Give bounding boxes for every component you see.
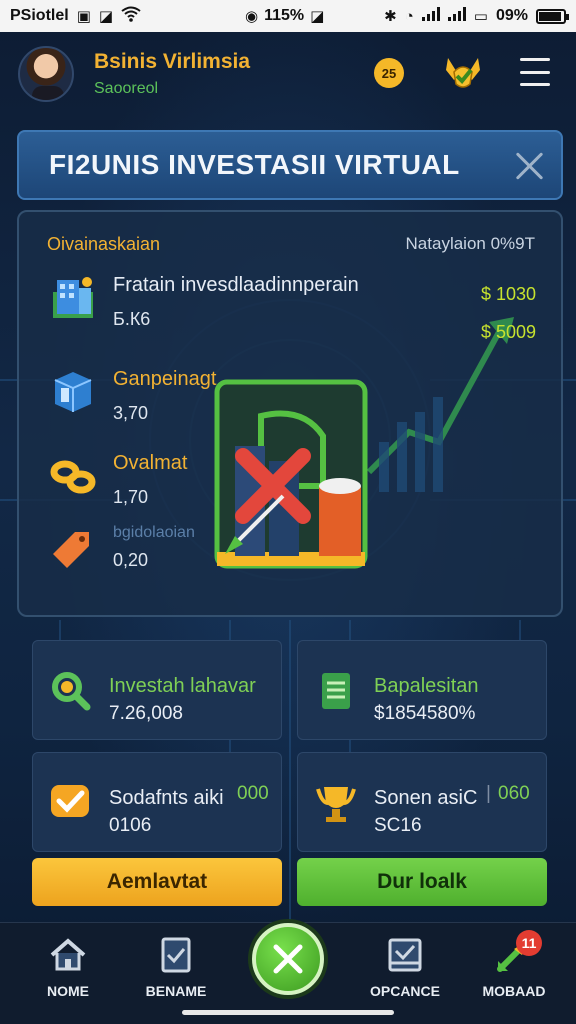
center-action-button[interactable] (252, 923, 324, 995)
row-value: 0,20 (113, 550, 149, 570)
carrier-text: PSiotlel (10, 7, 69, 24)
card-label: Sodafnts aiki (109, 787, 224, 809)
row-value: 1,70 (113, 487, 149, 507)
status-bar: PSiotlel ▣ ◪ ◉ 115% ◪ ✱ ◔ ▭ 09% (0, 0, 576, 32)
row-label: Fratain invesdlaadinnperain (113, 274, 359, 296)
document-icon (322, 673, 350, 709)
battery-text: 09% (495, 7, 528, 24)
user-name: Bsinis Virlimsia (94, 50, 251, 73)
bottom-nav: NOME BENAME OPCANCE MOBAAD (0, 922, 576, 1024)
trophy-icon (316, 787, 356, 822)
nav-label: BENAME (145, 983, 207, 999)
card-value: 0106 (109, 815, 152, 836)
card-extra: 060 (498, 783, 530, 804)
inbox-check-icon (388, 938, 422, 972)
coin-badge[interactable]: 25 (374, 58, 404, 88)
close-icon (273, 944, 303, 974)
list-item[interactable]: Ovalmat 1,70 (49, 452, 187, 508)
bluetooth-icon: ✱ (384, 8, 397, 25)
clipboard-icon (161, 937, 191, 973)
image-icon: ◪ (98, 8, 114, 25)
investment-panel: Oivainaskaian Nataylaion 0%9T Fratain in… (17, 210, 563, 617)
user-status: Saooreol (94, 80, 159, 97)
secondary-action-button[interactable]: Dur loalk (297, 858, 547, 906)
battery-icon (536, 8, 569, 24)
trophy-bell-icon[interactable] (440, 50, 486, 96)
stat-value-1: $ 1030 (481, 284, 537, 304)
page-title: FI2UNIS INVESTASII VIRTUAL (49, 149, 460, 180)
panel-title: Oivainaskaian (47, 234, 161, 254)
signal-icon-2 (447, 7, 466, 25)
stat-value-2: $ 5009 (481, 322, 537, 342)
nav-label: OPCANCE (369, 983, 440, 999)
row-value: 3,70 (113, 403, 149, 423)
card-value: SC16 (374, 815, 422, 836)
panel-meta: Nataylaion 0%9T (405, 234, 535, 253)
card-value: 7.26,008 (109, 703, 183, 724)
link-chain-icon (50, 460, 96, 494)
stat-card[interactable]: Sodafnts aiki 000 0106 (32, 752, 282, 852)
title-banner: FI2UNIS INVESTASII VIRTUAL (17, 130, 563, 200)
user-info: Bsinis Virlimsia Saooreol (94, 50, 250, 98)
close-icon[interactable] (513, 150, 545, 182)
row-label: bgidolaoian (113, 524, 195, 541)
notification-icon: ◪ (310, 8, 325, 25)
nav-item-home[interactable]: NOME (28, 935, 108, 999)
card-label: Bapalesitan (374, 675, 479, 697)
card-value: $1854580% (374, 703, 476, 724)
cube-icon (54, 372, 92, 412)
notification-badge: 11 (516, 930, 542, 956)
card-label: Sonen asiC (374, 787, 478, 809)
alarm-icon: ◔ (404, 7, 414, 25)
nav-label: NOME (47, 983, 89, 999)
row-value: Б.К6 (113, 309, 151, 329)
row-label: Ovalmat (113, 452, 188, 474)
gallery-icon: ▣ (76, 8, 91, 25)
stat-card[interactable]: Sonen asiC | 060 SC16 (297, 752, 547, 852)
nav-label: MOBAAD (482, 983, 546, 999)
list-item[interactable]: Ganpeinagt 3,70 (49, 368, 216, 424)
signal-icon (421, 7, 440, 25)
primary-action-button[interactable]: Aemlavtat (32, 858, 282, 906)
checkmark-badge-icon (51, 785, 89, 817)
list-item[interactable]: Fratain invesdlaadinnperain Б.К6 (49, 274, 359, 330)
wifi-icon (121, 6, 141, 26)
nav-item-rename[interactable]: BENAME (136, 935, 216, 999)
record-icon: ◉ (245, 8, 259, 25)
stat-card[interactable]: Investah lahavar 7.26,008 (32, 640, 282, 740)
home-indicator[interactable] (182, 1010, 394, 1015)
magnifier-icon (52, 672, 91, 711)
stat-card[interactable]: Bapalesitan $1854580% (297, 640, 547, 740)
menu-line (520, 70, 550, 74)
card-extra: 000 (237, 783, 269, 804)
separator: | (486, 783, 491, 804)
nav-item-mobaad[interactable]: MOBAAD (474, 935, 554, 999)
status-center-text: 115% (264, 7, 305, 24)
app-header: Bsinis Virlimsia Saooreol 25 (0, 32, 576, 116)
nav-item-opcance[interactable]: OPCANCE (365, 935, 445, 999)
row-label: Ganpeinagt (113, 368, 217, 390)
list-item[interactable]: bgidolaoian 0,20 (49, 524, 195, 572)
investment-document-icon (214, 379, 368, 569)
home-icon (50, 938, 86, 971)
card-icon: ▭ (473, 8, 488, 25)
building-icon (53, 277, 93, 318)
tag-icon (53, 532, 89, 568)
menu-line (520, 58, 550, 61)
avatar[interactable] (18, 46, 74, 102)
menu-line (520, 83, 550, 86)
menu-button[interactable] (520, 58, 550, 86)
card-label: Investah lahavar (109, 675, 256, 697)
